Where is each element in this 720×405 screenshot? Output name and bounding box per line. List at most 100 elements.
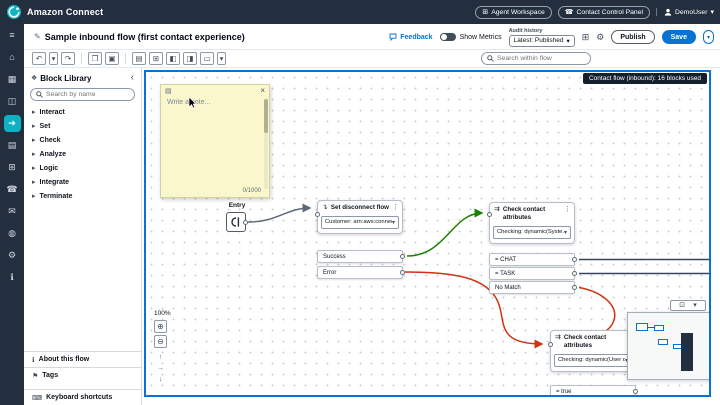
- layout-button[interactable]: ▭: [200, 52, 214, 65]
- branch-output-port[interactable]: [572, 271, 577, 276]
- publish-button[interactable]: Publish: [611, 30, 654, 44]
- minimap-controls[interactable]: ⊡ ▾: [670, 300, 706, 311]
- branch-true[interactable]: = true: [550, 385, 636, 397]
- edit-title-icon[interactable]: ✎: [34, 32, 41, 41]
- chevron-right-icon: ▸: [32, 122, 36, 130]
- block-check-contact-attributes-1[interactable]: ⇉ Check contact attributes ⋮ Checking: d…: [489, 202, 575, 244]
- zoom-level: 100%: [154, 310, 171, 317]
- rail-calendar-icon[interactable]: ⊞: [0, 156, 24, 178]
- pan-down-button[interactable]: ↓: [155, 374, 166, 384]
- rail-metrics-icon[interactable]: ▤: [0, 134, 24, 156]
- library-search-input[interactable]: [46, 91, 124, 98]
- tags-item[interactable]: ⚑ Tags: [24, 367, 141, 383]
- rail-settings-icon[interactable]: ⚙: [0, 244, 24, 266]
- save-button[interactable]: Save: [662, 30, 696, 44]
- more-tools-button[interactable]: ▾: [217, 52, 226, 65]
- canvas-toolbar: ↶ ▾ ↷ ❐ ▣ ▤ ⊞ ◧ ◨ ▭ ▾: [24, 50, 720, 68]
- align-button[interactable]: ◧: [166, 52, 180, 65]
- user-menu[interactable]: DemoUser ▾: [656, 8, 714, 16]
- pan-up-button[interactable]: ↑: [155, 352, 166, 362]
- fit-view-icon[interactable]: ⊡: [679, 302, 685, 309]
- add-note-button[interactable]: ▤: [132, 52, 146, 65]
- contact-control-panel-label: Contact Control Panel: [577, 9, 644, 16]
- show-metrics-toggle[interactable]: [440, 33, 456, 41]
- agent-workspace-label: Agent Workspace: [491, 9, 545, 16]
- block-set-disconnect-flow[interactable]: ↴ Set disconnect flow ⋮ Customer: arn:aw…: [317, 200, 403, 234]
- minimap-viewport[interactable]: [681, 333, 693, 371]
- block-input-port[interactable]: [487, 212, 492, 217]
- library-search-box[interactable]: [30, 88, 135, 101]
- flow-search-box[interactable]: [481, 52, 591, 65]
- minimap-caret-icon[interactable]: ▾: [693, 302, 697, 309]
- collapse-panel-icon[interactable]: ‹: [131, 73, 134, 83]
- branch-output-port[interactable]: [572, 257, 577, 262]
- undo-menu-button[interactable]: ▾: [49, 52, 58, 65]
- check-contact-attributes-icon: ⇉: [555, 334, 561, 342]
- snap-grid-button[interactable]: ⊞: [149, 52, 163, 65]
- note-close-icon[interactable]: ×: [260, 87, 265, 95]
- branch-success[interactable]: Success: [317, 250, 403, 263]
- block-parameter-dropdown[interactable]: Checking: dynamic(Syste... ▾: [493, 226, 571, 239]
- rail-users-icon[interactable]: ◫: [0, 90, 24, 112]
- copy-button[interactable]: ❐: [88, 52, 102, 65]
- block-input-port[interactable]: [315, 212, 320, 217]
- note-text-input[interactable]: Write a note...: [161, 97, 269, 108]
- rail-help-icon[interactable]: ℹ: [0, 266, 24, 288]
- category-check[interactable]: ▸ Check: [24, 133, 141, 147]
- audit-history-select[interactable]: Latest: Published ▾: [509, 35, 575, 47]
- block-check-contact-attributes-2[interactable]: ⇉ Check contact attributes ⋮ Checking: d…: [550, 330, 636, 372]
- category-terminate[interactable]: ▸ Terminate: [24, 189, 141, 203]
- rail-tasks-icon[interactable]: ◍: [0, 222, 24, 244]
- category-analyze[interactable]: ▸ Analyze: [24, 147, 141, 161]
- branch-output-port[interactable]: [400, 270, 405, 275]
- keyboard-shortcuts-item[interactable]: ⌨ Keyboard shortcuts: [24, 389, 141, 405]
- zoom-in-button[interactable]: ⊕: [154, 320, 167, 333]
- flow-canvas[interactable]: Contact flow (inbound): 16 blocks used: [144, 70, 711, 397]
- category-set[interactable]: ▸ Set: [24, 119, 141, 133]
- rail-messages-icon[interactable]: ✉: [0, 200, 24, 222]
- layout-grid-button[interactable]: ⊞: [582, 33, 590, 42]
- flow-settings-button[interactable]: ⚙: [596, 33, 604, 42]
- category-logic[interactable]: ▸ Logic: [24, 161, 141, 175]
- block-menu-icon[interactable]: ⋮: [564, 206, 571, 213]
- save-menu-button[interactable]: ▾: [703, 30, 714, 44]
- branch-error[interactable]: Error: [317, 266, 403, 279]
- branch-task[interactable]: = TASK: [489, 267, 575, 280]
- block-input-port[interactable]: [548, 342, 553, 347]
- note-scrollbar[interactable]: [264, 99, 268, 189]
- block-parameter-dropdown[interactable]: Checking: dynamic(User d... ▾: [554, 354, 632, 367]
- flow-search-input[interactable]: [497, 55, 585, 62]
- entry-output-port[interactable]: [243, 220, 248, 225]
- branch-output-port[interactable]: [633, 389, 638, 394]
- layers-button[interactable]: ◨: [183, 52, 197, 65]
- pan-right-button[interactable]: →: [155, 363, 166, 373]
- paste-button[interactable]: ▣: [105, 52, 119, 65]
- about-this-flow-item[interactable]: ℹ About this flow: [24, 351, 141, 367]
- sticky-note[interactable]: ▤ × Write a note... 0/1000: [160, 84, 270, 198]
- blocks-used-badge: Contact flow (inbound): 16 blocks used: [583, 73, 707, 84]
- contact-control-panel-button[interactable]: ☎ Contact Control Panel: [558, 6, 650, 19]
- category-integrate[interactable]: ▸ Integrate: [24, 175, 141, 189]
- minimap[interactable]: [627, 312, 711, 380]
- branch-output-port[interactable]: [400, 254, 405, 259]
- rail-menu-icon[interactable]: ≡: [0, 24, 24, 46]
- redo-button[interactable]: ↷: [61, 52, 75, 65]
- entry-block[interactable]: [226, 212, 246, 232]
- rail-phone-icon[interactable]: ☎: [0, 178, 24, 200]
- rail-flows-icon[interactable]: ➔: [0, 112, 24, 134]
- rail-dashboard-icon[interactable]: ▦: [0, 68, 24, 90]
- undo-button[interactable]: ↶: [32, 52, 46, 65]
- agent-workspace-button[interactable]: ⊞ Agent Workspace: [475, 6, 551, 19]
- rail-home-icon[interactable]: ⌂: [0, 46, 24, 68]
- feedback-link[interactable]: Feedback: [389, 33, 432, 41]
- branch-chat[interactable]: = CHAT: [489, 253, 575, 266]
- block-menu-icon[interactable]: ⋮: [392, 204, 399, 211]
- block-parameter-dropdown[interactable]: Customer: arn:aws:connec... ▾: [321, 216, 399, 229]
- zoom-out-button[interactable]: ⊖: [154, 335, 167, 348]
- category-interact[interactable]: ▸ Interact: [24, 105, 141, 119]
- brand-title: Amazon Connect: [27, 7, 103, 17]
- branch-output-port[interactable]: [572, 285, 577, 290]
- branch-no-match[interactable]: No Match: [489, 281, 575, 294]
- user-name: DemoUser: [675, 9, 707, 16]
- minimap-block: [654, 325, 664, 331]
